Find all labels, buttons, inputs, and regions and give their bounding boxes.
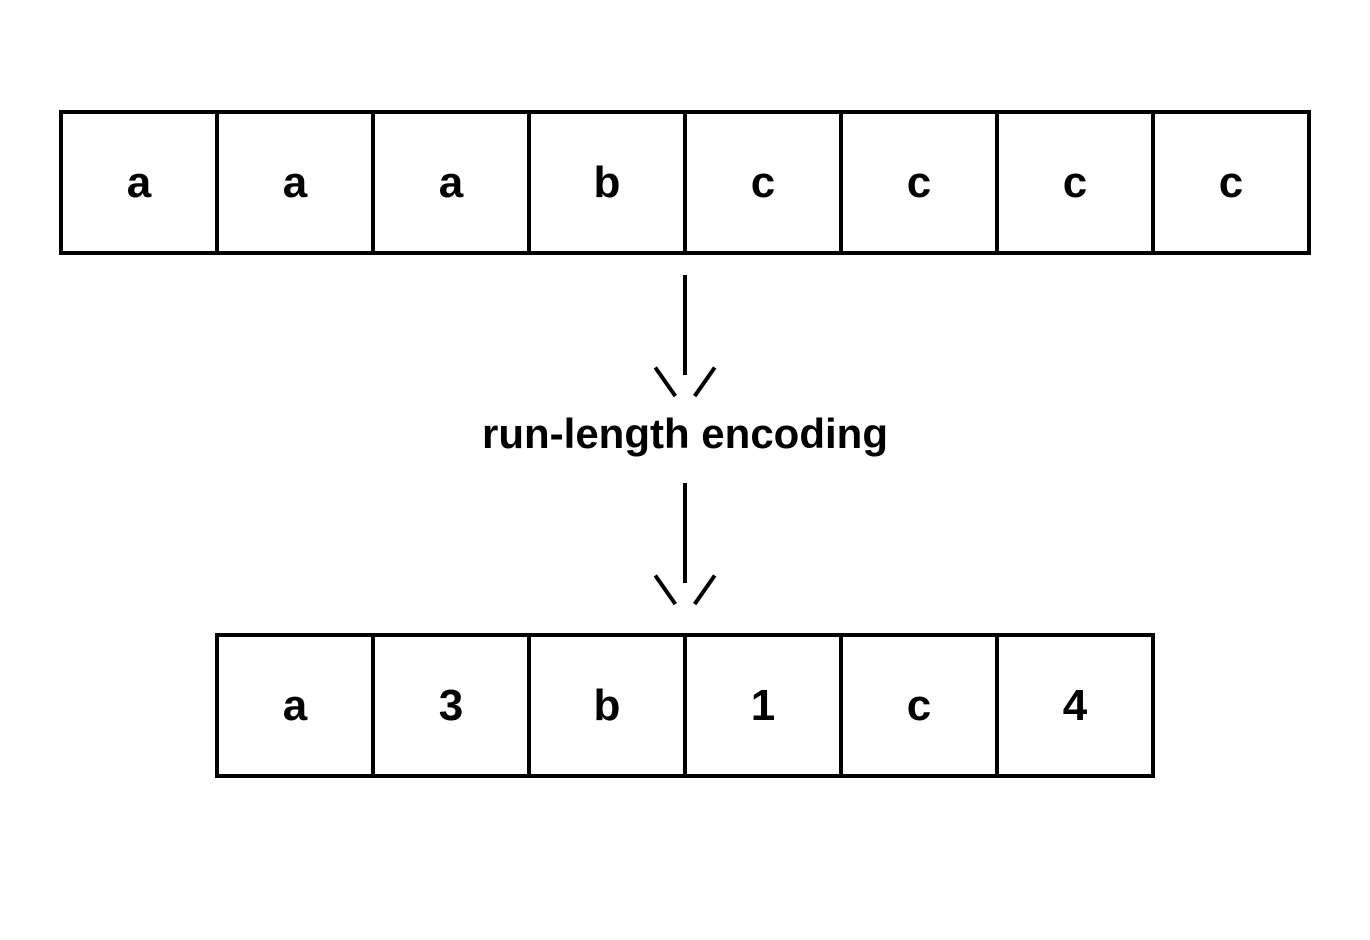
output-row: a 3 b 1 c 4 [215,633,1155,778]
input-cell: c [839,110,999,255]
input-cell: b [527,110,687,255]
output-cell: 1 [683,633,843,778]
input-cell: c [995,110,1155,255]
input-cell: a [59,110,219,255]
output-cell: b [527,633,687,778]
output-cell: a [215,633,375,778]
input-cell: a [371,110,531,255]
input-cell: c [683,110,843,255]
arrow-down-icon [655,483,715,613]
input-cell: c [1151,110,1311,255]
output-cell: c [839,633,999,778]
input-row: a a a b c c c c [59,110,1311,255]
encoding-label: run-length encoding [482,410,888,458]
output-cell: 3 [371,633,531,778]
output-cell: 4 [995,633,1155,778]
arrow-down-icon [655,275,715,405]
input-cell: a [215,110,375,255]
